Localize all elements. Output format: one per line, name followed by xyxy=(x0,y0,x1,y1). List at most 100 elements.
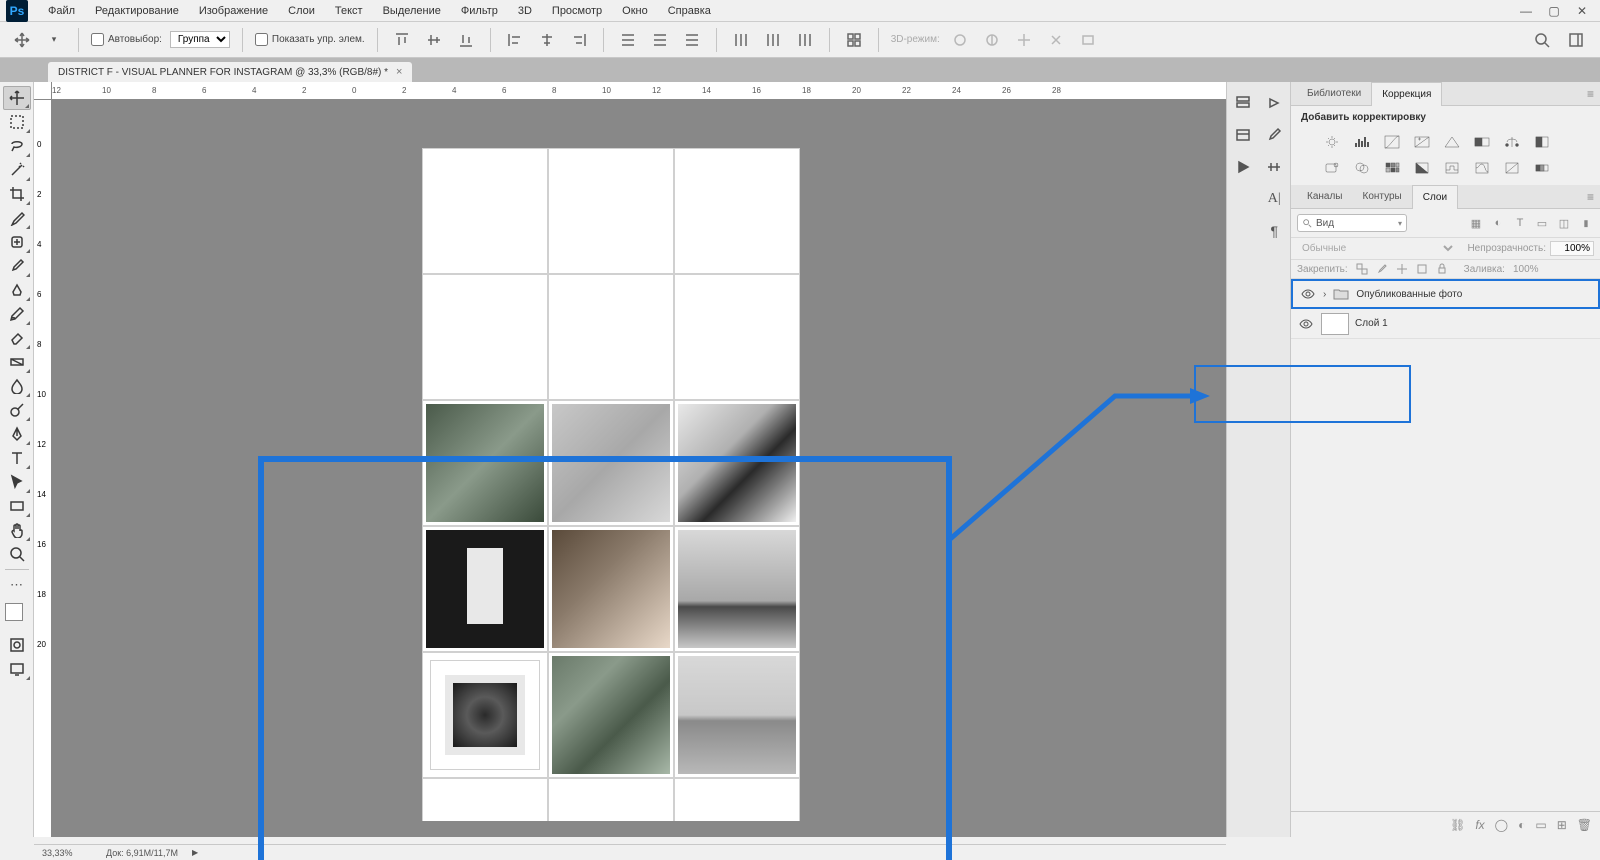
show-controls-checkbox[interactable]: Показать упр. элем. xyxy=(255,33,365,46)
grid-photo[interactable] xyxy=(678,404,796,522)
type-tool[interactable] xyxy=(3,446,31,470)
crop-tool[interactable] xyxy=(3,182,31,206)
filter-shape-icon[interactable]: ▭ xyxy=(1534,215,1550,231)
history-panel-icon[interactable] xyxy=(1232,92,1254,114)
brush-tool[interactable] xyxy=(3,254,31,278)
menu-file[interactable]: Файл xyxy=(38,0,85,22)
color-balance-icon[interactable] xyxy=(1501,133,1523,151)
lock-transparency-icon[interactable] xyxy=(1356,263,1368,275)
close-window-button[interactable]: ✕ xyxy=(1568,2,1596,20)
menu-3d[interactable]: 3D xyxy=(508,0,542,22)
actions-panel-icon[interactable] xyxy=(1263,92,1285,114)
grid-cell[interactable] xyxy=(674,148,800,274)
brush-panel-icon[interactable] xyxy=(1263,124,1285,146)
threshold-icon[interactable] xyxy=(1471,159,1493,177)
layer-filter-select[interactable]: Вид ▾ xyxy=(1297,214,1407,232)
color-lookup-icon[interactable] xyxy=(1381,159,1403,177)
menu-image[interactable]: Изображение xyxy=(189,0,278,22)
tab-adjustments[interactable]: Коррекция xyxy=(1371,82,1442,106)
tab-layers[interactable]: Слои xyxy=(1412,185,1458,209)
maximize-button[interactable]: ▢ xyxy=(1540,2,1568,20)
grid-photo[interactable] xyxy=(678,656,796,774)
menu-filter[interactable]: Фильтр xyxy=(451,0,508,22)
play-icon[interactable] xyxy=(1232,156,1254,178)
expand-caret-icon[interactable]: › xyxy=(1323,289,1326,300)
grid-photo[interactable] xyxy=(552,404,670,522)
search-icon[interactable] xyxy=(1530,28,1554,52)
lock-all-icon[interactable] xyxy=(1436,263,1448,275)
posterize-icon[interactable] xyxy=(1441,159,1463,177)
foreground-color-swatch[interactable] xyxy=(5,603,23,621)
fx-icon[interactable]: fx xyxy=(1475,818,1484,832)
vibrance-icon[interactable] xyxy=(1441,133,1463,151)
hand-tool[interactable] xyxy=(3,518,31,542)
hue-icon[interactable] xyxy=(1471,133,1493,151)
rectangle-tool[interactable] xyxy=(3,494,31,518)
grid-cell[interactable] xyxy=(674,778,800,821)
canvas-viewport[interactable] xyxy=(52,100,1226,821)
invert-icon[interactable] xyxy=(1411,159,1433,177)
photo-filter-icon[interactable] xyxy=(1321,159,1343,177)
grid-cell[interactable] xyxy=(674,274,800,400)
move-tool-icon[interactable] xyxy=(10,28,34,52)
zoom-tool[interactable] xyxy=(3,542,31,566)
color-swatches[interactable] xyxy=(3,603,31,633)
channel-mixer-icon[interactable] xyxy=(1351,159,1373,177)
workspace-icon[interactable] xyxy=(1564,28,1588,52)
grid-cell[interactable] xyxy=(422,148,548,274)
ruler-origin[interactable] xyxy=(34,82,52,100)
menu-select[interactable]: Выделение xyxy=(373,0,451,22)
filter-toggle-icon[interactable]: ▮ xyxy=(1578,215,1594,231)
zoom-level[interactable]: 33,33% xyxy=(42,848,92,858)
layer-folder-published[interactable]: › Опубликованные фото xyxy=(1291,279,1600,309)
auto-align-icon[interactable] xyxy=(842,28,866,52)
dist-left-icon[interactable] xyxy=(729,28,753,52)
adjustment-layer-icon[interactable]: ◐ xyxy=(1518,818,1525,832)
align-bottom-icon[interactable] xyxy=(454,28,478,52)
align-right-icon[interactable] xyxy=(567,28,591,52)
lasso-tool[interactable] xyxy=(3,134,31,158)
lock-position-icon[interactable] xyxy=(1396,263,1408,275)
eyedropper-tool[interactable] xyxy=(3,206,31,230)
grid-photo[interactable] xyxy=(678,530,796,648)
tab-channels[interactable]: Каналы xyxy=(1297,185,1353,209)
minimize-button[interactable]: — xyxy=(1512,2,1540,20)
new-group-icon[interactable]: ▭ xyxy=(1535,818,1546,832)
document-tab[interactable]: DISTRICT F - VISUAL PLANNER FOR INSTAGRA… xyxy=(48,62,412,82)
tab-paths[interactable]: Контуры xyxy=(1353,185,1412,209)
opacity-value[interactable]: 100% xyxy=(1550,241,1594,256)
curves-icon[interactable] xyxy=(1381,133,1403,151)
history-brush-tool[interactable] xyxy=(3,302,31,326)
dist-vcenter-icon[interactable] xyxy=(648,28,672,52)
quickmask-button[interactable] xyxy=(3,633,31,657)
auto-select-mode[interactable]: Группа xyxy=(170,31,230,48)
grid-photo[interactable] xyxy=(426,530,544,648)
grid-cell[interactable] xyxy=(548,274,674,400)
lock-paint-icon[interactable] xyxy=(1376,263,1388,275)
levels-icon[interactable] xyxy=(1351,133,1373,151)
dist-bottom-icon[interactable] xyxy=(680,28,704,52)
tool-preset-dropdown[interactable]: ▾ xyxy=(42,28,66,52)
grid-photo[interactable] xyxy=(430,660,540,770)
move-tool[interactable] xyxy=(3,86,31,110)
delete-layer-icon[interactable]: 🗑 xyxy=(1577,818,1592,832)
menu-view[interactable]: Просмотр xyxy=(542,0,612,22)
dist-top-icon[interactable] xyxy=(616,28,640,52)
marquee-tool[interactable] xyxy=(3,110,31,134)
auto-select-checkbox[interactable]: Автовыбор: xyxy=(91,33,162,46)
new-layer-icon[interactable]: ⊞ xyxy=(1557,818,1567,832)
filter-adjust-icon[interactable]: ◐ xyxy=(1490,215,1506,231)
edit-toolbar-button[interactable]: ⋯ xyxy=(3,573,31,597)
gradient-tool[interactable] xyxy=(3,350,31,374)
clone-stamp-tool[interactable] xyxy=(3,278,31,302)
dodge-tool[interactable] xyxy=(3,398,31,422)
tab-libraries[interactable]: Библиотеки xyxy=(1297,82,1371,106)
properties-panel-icon[interactable] xyxy=(1232,124,1254,146)
gradient-map-icon[interactable] xyxy=(1531,159,1553,177)
visibility-toggle-2[interactable] xyxy=(1297,317,1315,331)
exposure-icon[interactable] xyxy=(1411,133,1433,151)
grid-photo[interactable] xyxy=(552,530,670,648)
layer-background[interactable]: Слой 1 xyxy=(1291,309,1600,339)
link-layers-icon[interactable]: ⛓ xyxy=(1450,818,1465,832)
panel-menu-icon[interactable]: ≡ xyxy=(1587,87,1594,101)
